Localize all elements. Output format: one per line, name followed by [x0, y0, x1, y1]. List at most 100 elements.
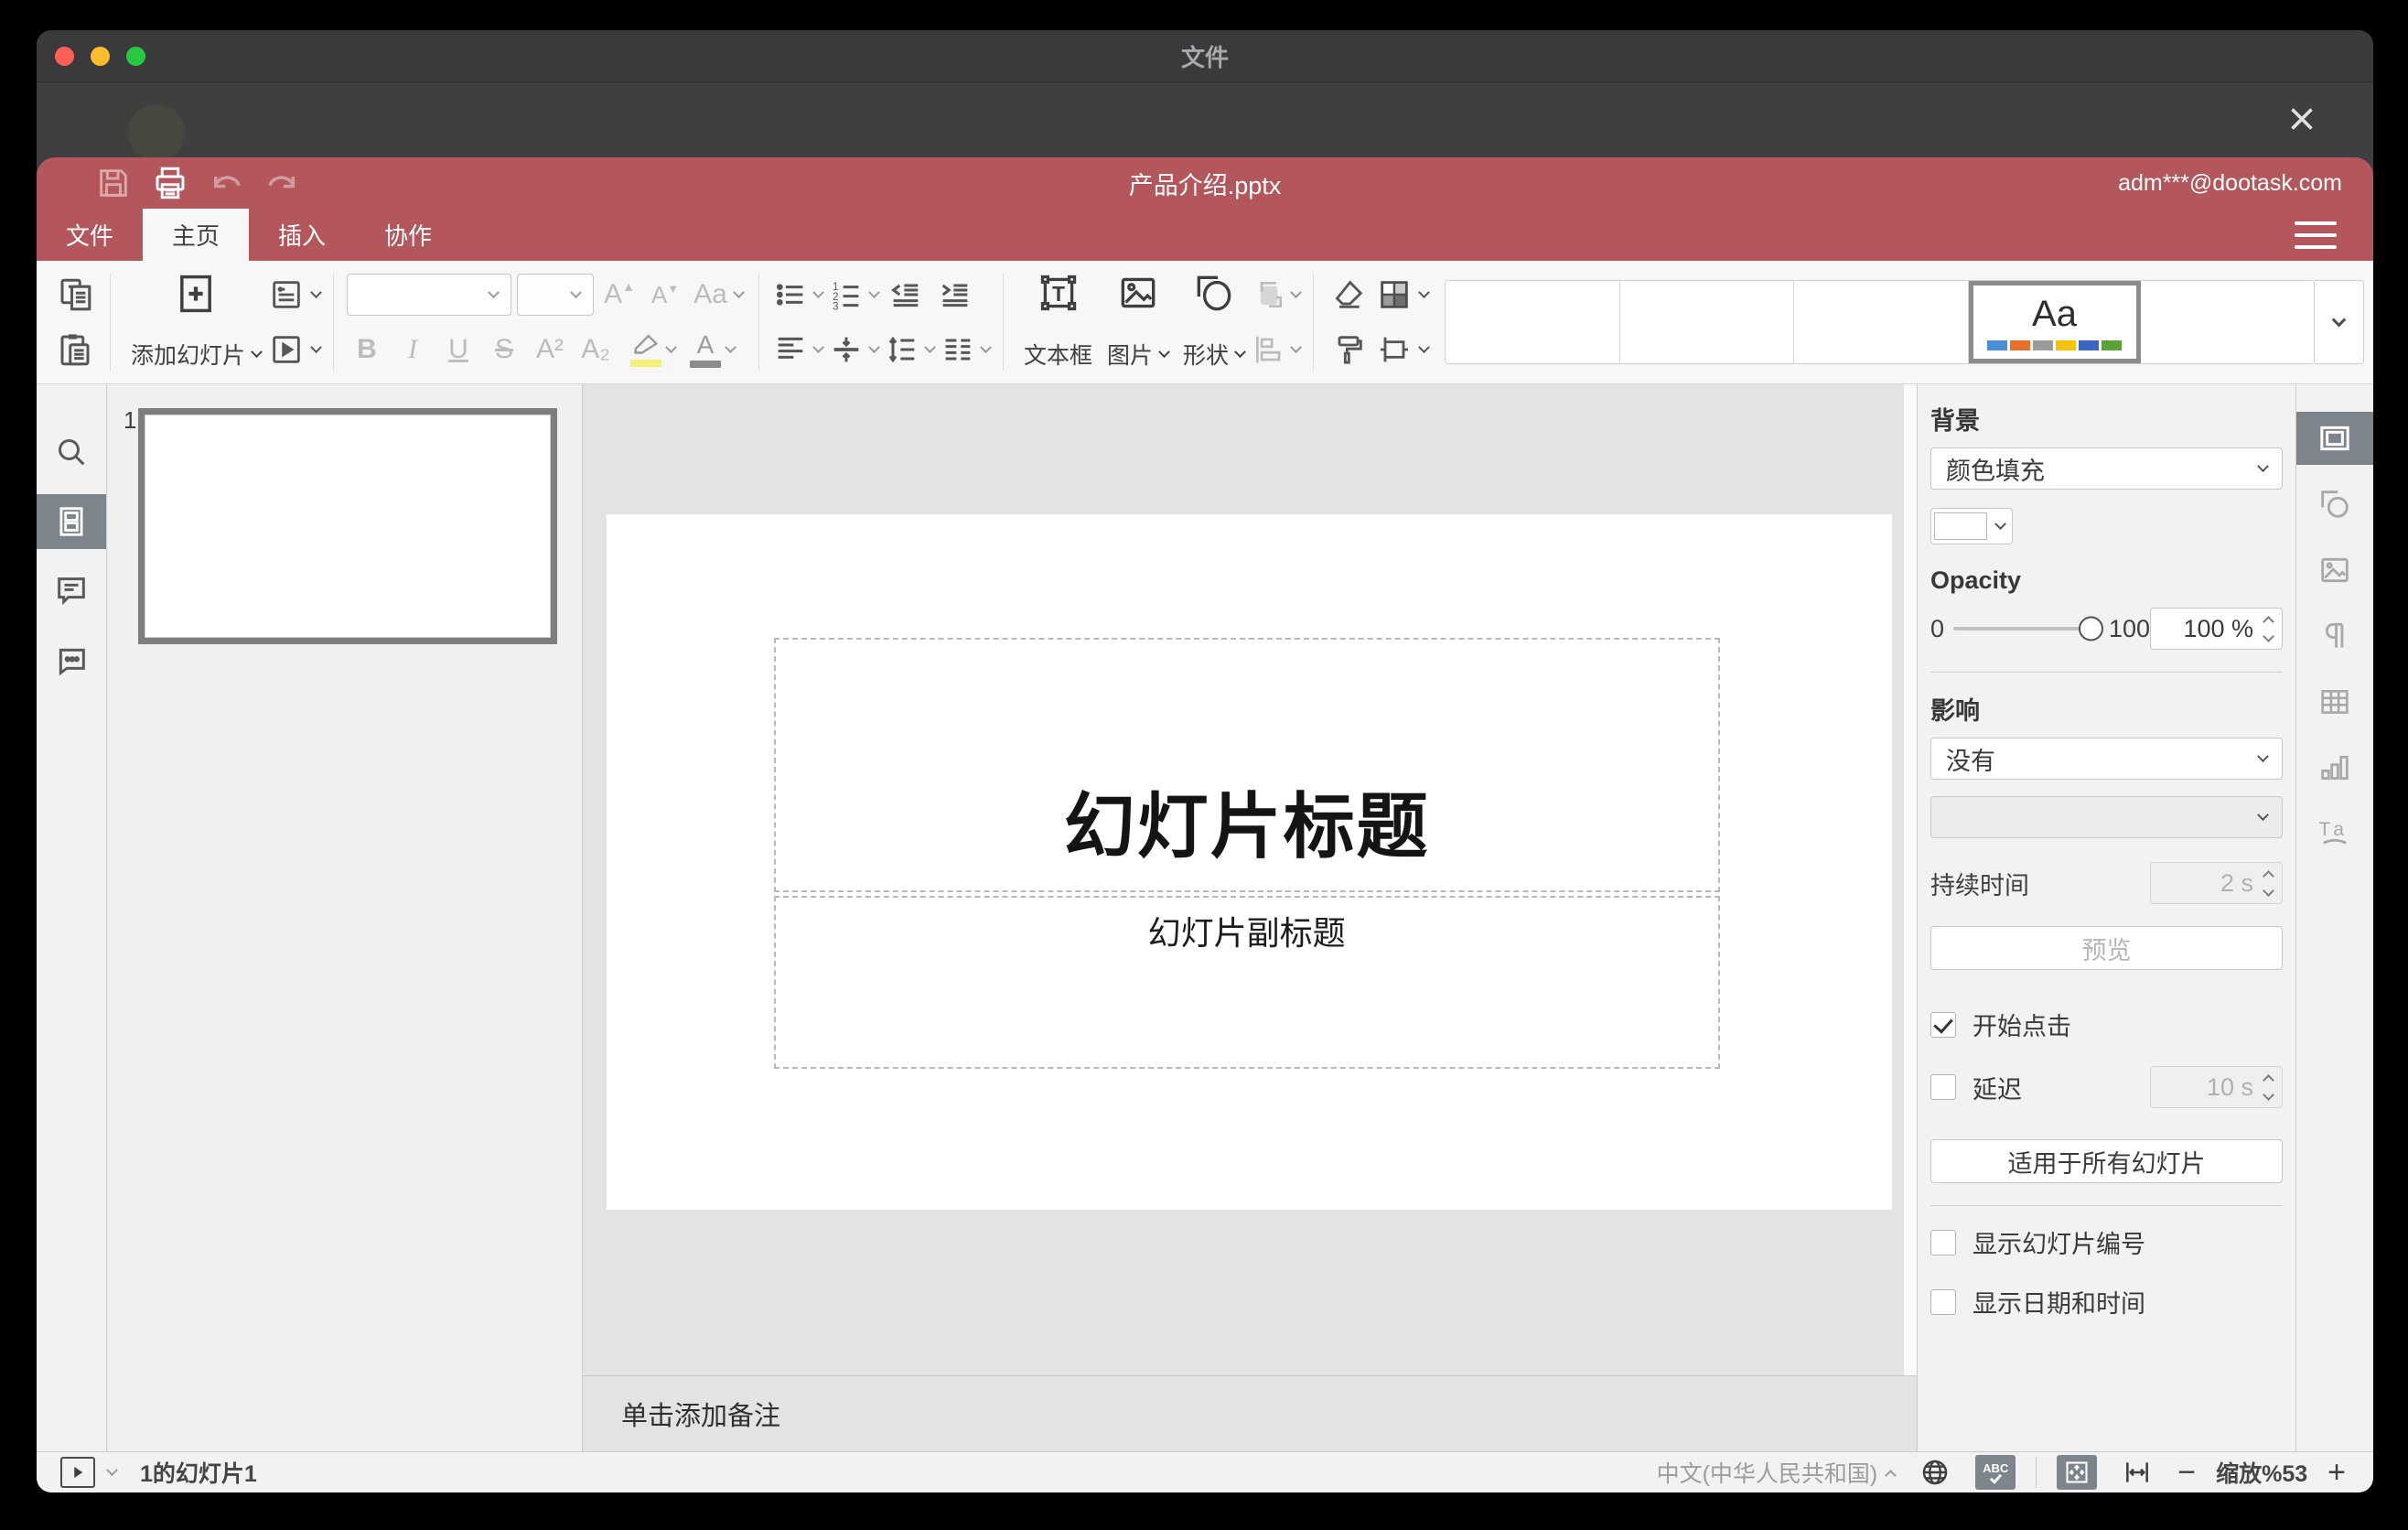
sidebar-item-slides[interactable] — [37, 494, 106, 549]
insert-image-button[interactable]: 图片 — [1100, 268, 1176, 376]
decrease-indent-button[interactable] — [884, 271, 928, 318]
panel-tab-paragraph-settings[interactable] — [2296, 609, 2373, 663]
chevron-down-icon — [665, 340, 677, 353]
spinner-arrows[interactable] — [2263, 869, 2274, 897]
delay-checkbox[interactable] — [1930, 1074, 1956, 1100]
font-size-combo[interactable] — [517, 274, 595, 316]
sidebar-item-chat[interactable] — [37, 633, 106, 688]
vertical-scrollbar[interactable] — [1904, 384, 1917, 1375]
fill-type-select[interactable]: 颜色填充 — [1930, 447, 2283, 490]
bold-button[interactable]: B — [347, 334, 387, 365]
background-label: 背景 — [1930, 407, 1980, 435]
highlight-color-button[interactable] — [630, 333, 662, 367]
sidebar-item-comments[interactable] — [37, 564, 106, 619]
fill-color-picker[interactable] — [1930, 508, 2013, 544]
theme-option-selected[interactable]: Aa — [1968, 281, 2141, 363]
increase-indent-button[interactable] — [933, 271, 977, 318]
language-selector[interactable]: 中文(中华人民共和国) — [1657, 1456, 1897, 1489]
zoom-out-button[interactable]: − — [2177, 1457, 2196, 1488]
theme-gallery-expand-button[interactable] — [2315, 280, 2364, 364]
theme-option[interactable] — [2140, 281, 2314, 363]
slide-canvas[interactable]: 幻灯片标题 幻灯片副标题 — [583, 384, 1917, 1375]
view-settings-menu-button[interactable] — [2295, 221, 2337, 249]
slide-size-button[interactable] — [1376, 326, 1430, 373]
panel-tab-chart-settings[interactable] — [2296, 741, 2373, 794]
eraser-button[interactable] — [1327, 271, 1371, 318]
superscript-button[interactable]: A² — [530, 334, 570, 365]
bullet-list-button[interactable] — [772, 271, 824, 318]
add-slide-button[interactable]: 添加幻灯片 — [124, 268, 268, 376]
spellcheck-button[interactable]: ABC — [1975, 1455, 2016, 1490]
opacity-slider-handle[interactable] — [2078, 616, 2103, 641]
close-icon — [2291, 108, 2313, 130]
set-language-button[interactable] — [1915, 1455, 1955, 1490]
slide-layout-button[interactable] — [268, 271, 322, 318]
opacity-slider[interactable] — [1953, 616, 2103, 641]
spinner-arrows[interactable] — [2263, 615, 2274, 642]
subscript-button[interactable]: A₂ — [575, 334, 616, 365]
increase-font-button[interactable]: A ▲ — [599, 271, 640, 318]
italic-button[interactable]: I — [392, 334, 433, 365]
font-color-button[interactable]: A — [690, 331, 722, 368]
apply-to-all-button[interactable]: 适用于所有幻灯片 — [1930, 1139, 2283, 1183]
close-editor-button[interactable] — [2282, 99, 2322, 139]
show-date-label: 显示日期和时间 — [1973, 1290, 2145, 1318]
fit-to-width-button[interactable] — [2117, 1455, 2157, 1490]
tab-insert[interactable]: 插入 — [249, 209, 355, 261]
align-shape-button[interactable] — [1252, 326, 1302, 373]
tab-home[interactable]: 主页 — [143, 209, 250, 261]
show-date-checkbox[interactable] — [1930, 1288, 1956, 1315]
paste-button[interactable] — [53, 326, 97, 373]
title-placeholder[interactable]: 幻灯片标题 — [773, 638, 1720, 892]
effect-variant-select[interactable] — [1930, 796, 2283, 838]
theme-option[interactable] — [1619, 281, 1795, 363]
decrease-font-button[interactable]: A ▼ — [645, 271, 685, 318]
panel-tab-textart-settings[interactable]: Ta — [2296, 807, 2373, 860]
strikethrough-button[interactable]: S — [484, 334, 524, 365]
copy-style-button[interactable] — [1327, 326, 1371, 373]
change-case-button[interactable]: Aa — [691, 271, 746, 318]
theme-cells: Aa — [1445, 280, 2315, 364]
sidebar-item-search[interactable] — [37, 425, 106, 479]
notes-area[interactable]: 单击添加备注 — [583, 1375, 1917, 1451]
start-slideshow-button[interactable] — [268, 326, 322, 373]
panel-tab-table-settings[interactable] — [2296, 675, 2373, 728]
slide-surface[interactable]: 幻灯片标题 幻灯片副标题 — [607, 514, 1892, 1210]
line-spacing-button[interactable] — [884, 326, 936, 373]
color-scheme-button[interactable] — [1376, 271, 1430, 318]
tab-file[interactable]: 文件 — [37, 209, 143, 261]
chevron-down-icon — [310, 340, 322, 353]
delay-spinbox[interactable]: 10 s — [2150, 1066, 2283, 1108]
subtitle-placeholder[interactable]: 幻灯片副标题 — [773, 896, 1720, 1069]
slide-layout-icon — [273, 281, 300, 308]
start-slideshow-status-button[interactable] — [60, 1457, 95, 1488]
font-name-combo[interactable] — [347, 274, 512, 316]
insert-shape-button[interactable]: 形状 — [1176, 268, 1252, 376]
panel-tab-image-settings[interactable] — [2296, 544, 2373, 597]
preview-button[interactable]: 预览 — [1930, 926, 2283, 970]
zoom-in-button[interactable]: + — [2327, 1457, 2346, 1488]
copy-button[interactable] — [53, 271, 97, 318]
horizontal-align-button[interactable] — [772, 326, 824, 373]
slide-thumbnail-1[interactable] — [138, 408, 557, 644]
tab-collaboration[interactable]: 协作 — [355, 209, 461, 261]
underline-button[interactable]: U — [438, 334, 478, 365]
theme-option[interactable] — [1446, 281, 1620, 363]
vertical-align-button[interactable] — [828, 326, 880, 373]
duration-spinbox[interactable]: 2 s — [2150, 862, 2283, 904]
panel-tab-slide-settings[interactable] — [2296, 412, 2373, 465]
arrange-shape-button[interactable] — [1252, 271, 1302, 318]
insert-textbox-button[interactable]: T 文本框 — [1016, 268, 1100, 376]
effect-select[interactable]: 没有 — [1930, 738, 2283, 780]
theme-option[interactable] — [1794, 281, 1969, 363]
svg-text:a: a — [2333, 819, 2344, 840]
start-on-click-checkbox[interactable] — [1930, 1011, 1956, 1038]
opacity-spinbox[interactable]: 100 % — [2150, 608, 2284, 650]
columns-button[interactable] — [940, 326, 992, 373]
fit-to-slide-button[interactable] — [2057, 1455, 2098, 1490]
copy-icon — [60, 278, 91, 311]
numbered-list-button[interactable]: 123 — [828, 271, 880, 318]
spinner-arrows[interactable] — [2263, 1073, 2274, 1101]
show-slide-number-checkbox[interactable] — [1930, 1229, 1956, 1255]
panel-tab-shape-settings[interactable] — [2296, 478, 2373, 531]
